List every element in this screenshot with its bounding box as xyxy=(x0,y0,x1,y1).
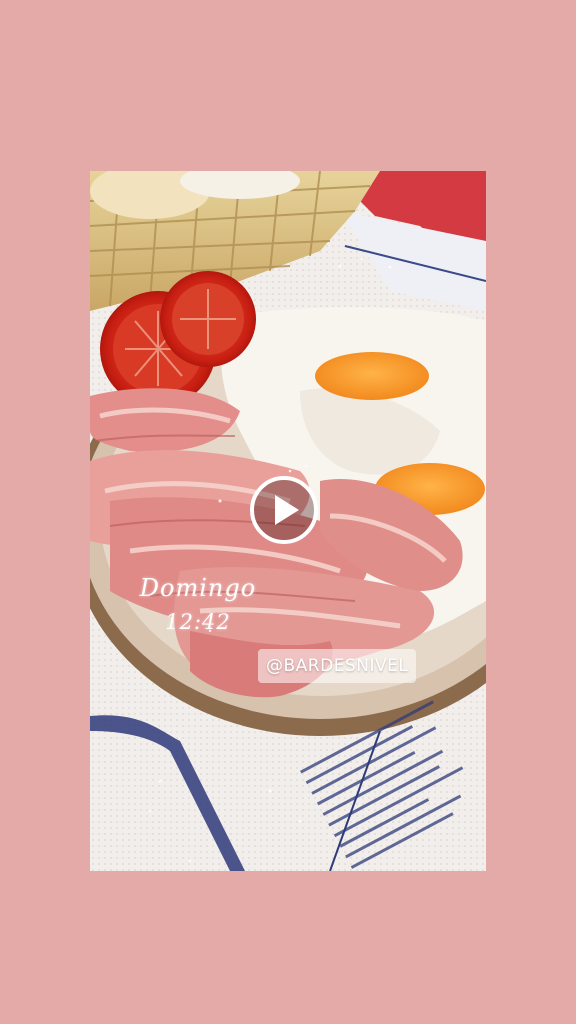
story-time-label: 12:42 xyxy=(165,610,231,634)
play-icon xyxy=(275,495,299,525)
play-button[interactable] xyxy=(250,476,318,544)
mention-sticker[interactable]: @BARDESNIVEL xyxy=(258,649,417,683)
story-media[interactable] xyxy=(90,171,486,871)
story-day-label: Domingo xyxy=(139,574,257,602)
